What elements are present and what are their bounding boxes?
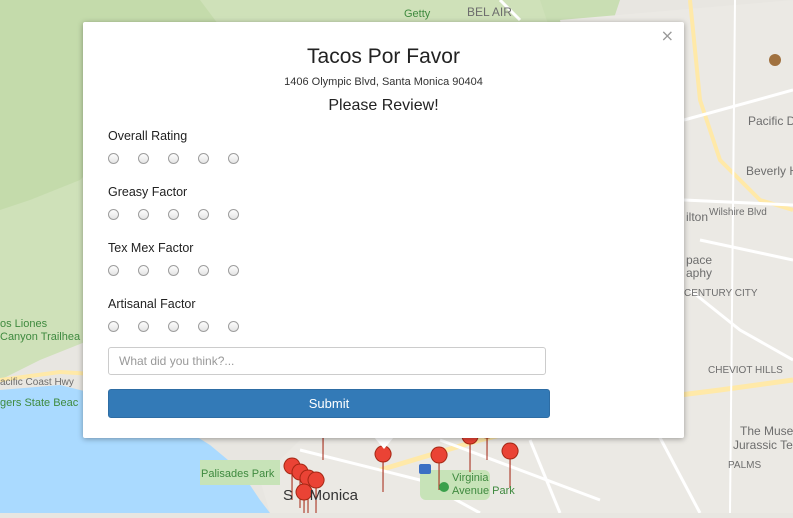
review-popup: × Tacos Por Favor 1406 Olympic Blvd, San…	[83, 22, 684, 438]
rating-radio-5[interactable]	[228, 265, 239, 276]
rating-radio-1[interactable]	[108, 321, 119, 332]
rating-options	[108, 265, 258, 276]
rating-radio-1[interactable]	[108, 265, 119, 276]
rating-radio-4[interactable]	[198, 153, 209, 164]
rating-radio-5[interactable]	[228, 153, 239, 164]
rating-label: Overall Rating	[108, 129, 188, 143]
comment-input[interactable]	[108, 347, 546, 375]
map-label-wilshire-blvd: Wilshire Blvd	[709, 207, 767, 218]
rating-radio-4[interactable]	[198, 321, 209, 332]
rating-options	[108, 209, 258, 220]
map-label-los-liones: os Liones	[0, 318, 48, 330]
map-label-canyon-trailhead: Canyon Trailhea	[0, 331, 81, 343]
rating-label: Artisanal Factor	[108, 297, 196, 311]
rating-label: Greasy Factor	[108, 185, 188, 199]
rating-radio-4[interactable]	[198, 265, 209, 276]
map-label-aphy: aphy	[686, 266, 713, 280]
rating-radio-1[interactable]	[108, 209, 119, 220]
rating-artisanal: Artisanal Factor	[108, 297, 239, 332]
rating-radio-3[interactable]	[168, 153, 179, 164]
rating-radio-2[interactable]	[138, 265, 149, 276]
map-label-palisades-park: Palisades Park	[201, 468, 275, 480]
map-label-century-city: CENTURY CITY	[684, 288, 758, 299]
rating-overall: Overall Rating	[108, 129, 239, 164]
rating-radio-1[interactable]	[108, 153, 119, 164]
submit-button[interactable]: Submit	[108, 389, 550, 418]
rating-radio-2[interactable]	[138, 153, 149, 164]
map-label-getty: Getty	[404, 8, 431, 20]
rating-radio-5[interactable]	[228, 321, 239, 332]
rating-greasy: Greasy Factor	[108, 185, 239, 220]
rating-radio-4[interactable]	[198, 209, 209, 220]
rating-radio-2[interactable]	[138, 321, 149, 332]
rating-radio-3[interactable]	[168, 265, 179, 276]
map-label-jurassic: Jurassic Techn	[733, 438, 793, 452]
rating-radio-3[interactable]	[168, 321, 179, 332]
map-label-bel-air: BEL AIR	[467, 5, 512, 19]
restaurant-address: 1406 Olympic Blvd, Santa Monica 90404	[284, 76, 483, 88]
close-icon[interactable]: ×	[661, 26, 674, 45]
restaurant-title: Tacos Por Favor	[307, 45, 460, 68]
map-label-santa-monica: S Monica	[283, 487, 359, 504]
map-label-cheviot-hills: CHEVIOT HILLS	[708, 365, 783, 376]
map-label-pacific-coast-hwy: acific Coast Hwy	[0, 377, 74, 388]
rating-options	[108, 153, 258, 164]
map-label-rogers-state-beach: gers State Beac	[0, 397, 79, 409]
rating-options	[108, 321, 258, 332]
map-label-beverly-h: Beverly H	[746, 164, 793, 178]
map-label-the-museum: The Museu	[740, 424, 793, 438]
rating-radio-2[interactable]	[138, 209, 149, 220]
rating-label: Tex Mex Factor	[108, 241, 194, 255]
map-label-ilton: ilton	[686, 210, 709, 224]
popup-tail	[374, 437, 394, 449]
map-label-pace: pace	[686, 253, 713, 267]
rating-radio-5[interactable]	[228, 209, 239, 220]
rating-tex-mex: Tex Mex Factor	[108, 241, 239, 276]
map-label-pacific-de: Pacific De	[748, 114, 793, 128]
review-heading: Please Review!	[328, 97, 439, 114]
rating-radio-3[interactable]	[168, 209, 179, 220]
map-label-palms: PALMS	[728, 460, 762, 471]
map-label-virginia-avenue-park: Virginia Avenue Park	[452, 472, 515, 497]
